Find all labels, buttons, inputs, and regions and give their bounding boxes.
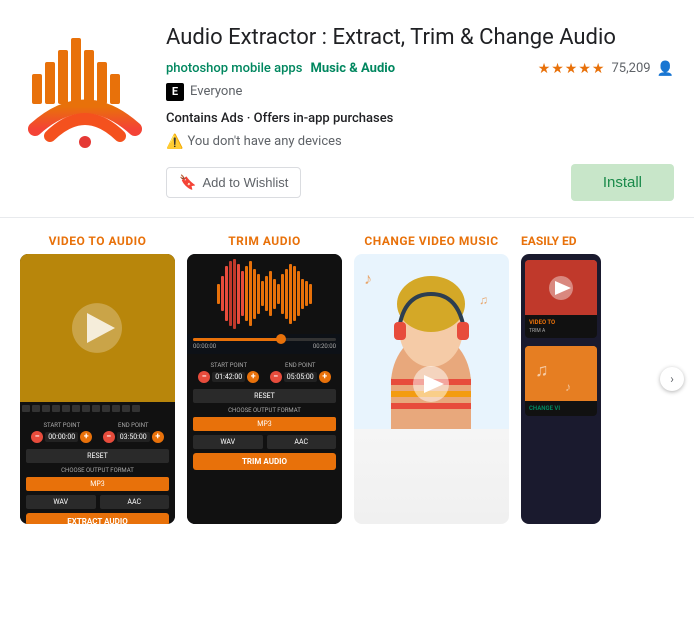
start-label: START POINT	[43, 422, 80, 429]
waveform	[187, 254, 342, 334]
rated-row: E Everyone	[166, 83, 674, 101]
wav-btn-1[interactable]: WAV	[26, 495, 96, 509]
ss4-card2-thumb: ♫ ♪	[525, 346, 597, 401]
reset-btn-1[interactable]: RESET	[26, 449, 169, 463]
screenshots-wrapper: VIDEO TO AUDIO	[0, 234, 694, 524]
ss2-start-val: 01:42:00	[212, 372, 245, 382]
bottom-actions: 🔖 Add to Wishlist Install	[166, 164, 674, 201]
aac-btn-1[interactable]: AAC	[100, 495, 170, 509]
ss4-label-2: CHANGE VI	[529, 405, 593, 412]
end-minus[interactable]: −	[103, 431, 115, 443]
ss2-start-minus[interactable]: −	[198, 371, 210, 383]
install-button[interactable]: Install	[571, 164, 674, 201]
wishlist-label: Add to Wishlist	[202, 175, 288, 190]
svg-text:♪: ♪	[364, 269, 372, 288]
ss2-start-label: START POINT	[210, 362, 247, 369]
screenshots-section: VIDEO TO AUDIO	[0, 218, 694, 524]
ss1-controls: START POINT − 00:00:00 + END POINT	[20, 414, 175, 524]
ss2-controls: START POINT − 01:42:00 + END POINT	[187, 354, 342, 524]
screenshot-card-4: EASILY ED VIDEO TO TR	[521, 234, 601, 524]
ss4-sublabel-trim: TRIM A	[529, 328, 593, 334]
rating-count: 75,209	[611, 61, 650, 76]
screenshot-card-3: CHANGE VIDEO MUSIC ♪ ♫	[354, 234, 509, 524]
ss2-start-plus[interactable]: +	[247, 371, 259, 383]
output-format-label-1: CHOOSE OUTPUT FORMAT	[26, 467, 169, 474]
screenshot-label-3: CHANGE VIDEO MUSIC	[364, 234, 498, 248]
ss3-person-area: ♪ ♫	[354, 254, 509, 524]
screenshot-label-2: TRIM AUDIO	[228, 234, 301, 248]
end-plus[interactable]: +	[152, 431, 164, 443]
app-meta-row: photoshop mobile apps Music & Audio ★★★★…	[166, 61, 674, 77]
ads-row: Contains Ads · Offers in-app purchases	[166, 111, 674, 126]
screenshots-scroll: VIDEO TO AUDIO	[0, 234, 694, 524]
screenshot-label-4: EASILY ED	[521, 234, 601, 248]
ss2-bg: 00:00:00 00:20:00 START POINT −	[187, 254, 342, 524]
screenshot-img-2: 00:00:00 00:20:00 START POINT −	[187, 254, 342, 524]
start-minus[interactable]: −	[31, 431, 43, 443]
chevron-right-icon: ›	[670, 372, 674, 386]
screenshot-label-1: VIDEO TO AUDIO	[49, 234, 147, 248]
ss1-photo	[20, 254, 175, 403]
stars: ★★★★★	[538, 61, 606, 77]
ss2-end-minus[interactable]: −	[270, 371, 282, 383]
scroll-right-button[interactable]: ›	[660, 367, 684, 391]
mp3-btn-2[interactable]: MP3	[193, 417, 336, 431]
mp3-btn-1[interactable]: MP3	[26, 477, 169, 491]
app-icon	[20, 24, 150, 154]
svg-text:♫: ♫	[535, 360, 549, 381]
screenshot-img-1: START POINT − 00:00:00 + END POINT	[20, 254, 175, 524]
rated-label: Everyone	[190, 84, 242, 99]
screenshot-img-3: ♪ ♫	[354, 254, 509, 524]
extract-btn[interactable]: EXTRACT AUDIO	[26, 513, 169, 524]
warning-text: You don't have any devices	[187, 134, 341, 149]
wishlist-button[interactable]: 🔖 Add to Wishlist	[166, 167, 301, 198]
start-val: 00:00:00	[45, 432, 78, 442]
start-plus[interactable]: +	[80, 431, 92, 443]
warning-row: ⚠️ You don't have any devices	[166, 134, 674, 150]
ss4-card-2: ♫ ♪ CHANGE VI	[525, 346, 597, 416]
ss1-filmstrip	[20, 402, 175, 414]
ss4-card1-info: VIDEO TO TRIM A	[525, 315, 597, 338]
end-val: 03:50:00	[117, 432, 150, 442]
wav-btn-2[interactable]: WAV	[193, 435, 263, 449]
developer-name: photoshop mobile apps	[166, 61, 302, 76]
end-label: END POINT	[118, 422, 148, 429]
ss2-end-val: 05:05:00	[284, 372, 317, 382]
aac-btn-2[interactable]: AAC	[267, 435, 337, 449]
svg-text:♪: ♪	[565, 380, 571, 394]
screenshot-card-1: VIDEO TO AUDIO	[20, 234, 175, 524]
trim-btn[interactable]: TRIM AUDIO	[193, 453, 336, 470]
user-icon: 👤	[657, 61, 674, 77]
app-title: Audio Extractor : Extract, Trim & Change…	[166, 24, 674, 53]
ss4-label-1: VIDEO TO	[529, 319, 593, 326]
app-header: Audio Extractor : Extract, Trim & Change…	[0, 0, 694, 217]
warning-icon: ⚠️	[166, 134, 183, 150]
rating-row: ★★★★★ 75,209 👤	[538, 61, 674, 77]
screenshot-card-2: TRIM AUDIO	[187, 234, 342, 524]
ss4-card-1: VIDEO TO TRIM A	[525, 260, 597, 338]
esrb-badge: E	[166, 83, 184, 101]
screenshot-img-4: VIDEO TO TRIM A ♫ ♪	[521, 254, 601, 524]
svg-text:♫: ♫	[479, 293, 488, 307]
app-info: Audio Extractor : Extract, Trim & Change…	[166, 24, 674, 201]
reset-btn-2[interactable]: RESET	[193, 389, 336, 403]
ss1-photo-area	[20, 254, 175, 403]
ss2-end-label: END POINT	[285, 362, 315, 369]
ss4-card1-thumb	[525, 260, 597, 315]
bookmark-icon: 🔖	[179, 174, 196, 191]
output-format-label-2: CHOOSE OUTPUT FORMAT	[193, 407, 336, 414]
ss2-end-plus[interactable]: +	[319, 371, 331, 383]
app-category: Music & Audio	[310, 61, 395, 76]
